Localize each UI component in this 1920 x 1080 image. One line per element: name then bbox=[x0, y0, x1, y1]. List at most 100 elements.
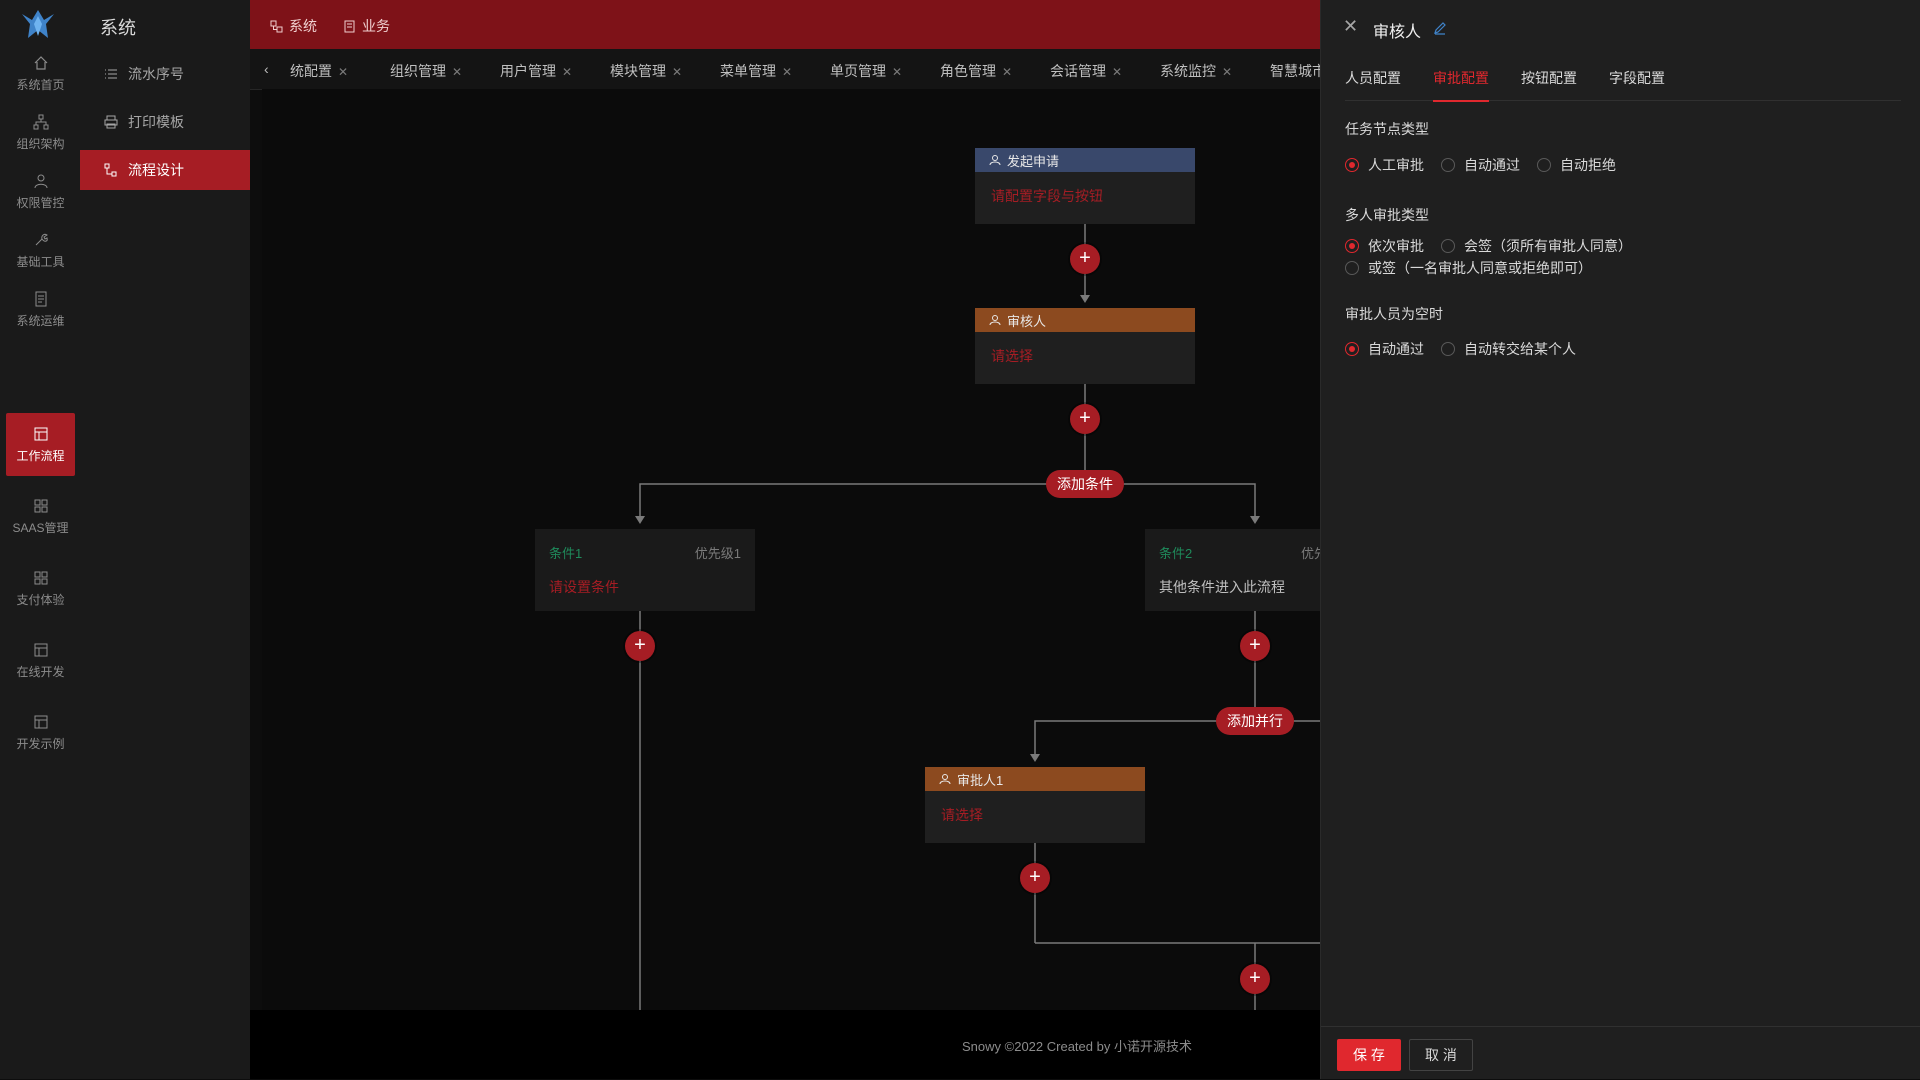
add-condition-button[interactable]: 添加条件 bbox=[1046, 470, 1124, 498]
user-icon bbox=[939, 774, 951, 785]
condition-title: 条件2 bbox=[1159, 546, 1193, 561]
close-icon[interactable]: ✕ bbox=[1112, 65, 1122, 79]
icon-rail: 系统首页 组织架构 权限管控 基础工具 系统运维 工作流程 SAAS管理 支付体… bbox=[0, 0, 80, 1079]
add-node-button[interactable]: + bbox=[1070, 404, 1100, 434]
close-icon[interactable]: ✕ bbox=[562, 65, 572, 79]
rail-item-workflow[interactable]: 工作流程 bbox=[6, 413, 75, 476]
rail-item-label: 开发示例 bbox=[16, 737, 65, 751]
rail-item-label: SAAS管理 bbox=[12, 521, 69, 535]
layout-icon bbox=[34, 715, 47, 729]
top-nav-business[interactable]: 业务 bbox=[343, 16, 390, 36]
user-icon bbox=[989, 155, 1001, 166]
condition-node-1[interactable]: 条件1 优先级1 请设置条件 bbox=[535, 529, 755, 611]
rail-item-home[interactable]: 系统首页 bbox=[6, 43, 75, 105]
rail-item-label: 系统首页 bbox=[16, 78, 65, 92]
top-nav-label: 系统 bbox=[289, 18, 317, 34]
approver-node[interactable]: 审核人 请选择 bbox=[975, 308, 1195, 384]
tab-sessions[interactable]: 会话管理 ✕ bbox=[1050, 61, 1122, 81]
tab-org[interactable]: 组织管理 ✕ bbox=[390, 61, 462, 81]
rail-item-examples[interactable]: 开发示例 bbox=[6, 702, 75, 764]
condition-title: 条件1 bbox=[549, 546, 583, 561]
radio-sequential[interactable]: 依次审批 bbox=[1345, 236, 1424, 256]
add-node-button[interactable]: + bbox=[1240, 964, 1270, 994]
snowy-logo-icon bbox=[22, 10, 54, 38]
chevron-left-icon[interactable]: ‹ bbox=[264, 61, 269, 77]
radio-manual-approval[interactable]: 人工审批 bbox=[1345, 155, 1424, 175]
close-icon[interactable]: ✕ bbox=[1222, 65, 1232, 79]
tab-smart-city[interactable]: 智慧城市 bbox=[1270, 61, 1320, 81]
copyright-text: Snowy ©2022 Created by 小诺开源技术 bbox=[962, 1039, 1192, 1054]
flow-icon bbox=[104, 163, 117, 177]
tab-monitor[interactable]: 系统监控 ✕ bbox=[1160, 61, 1232, 81]
submenu-item-flow-design[interactable]: 流程设计 bbox=[80, 150, 250, 190]
close-icon[interactable]: ✕ bbox=[1002, 65, 1012, 79]
condition-body: 请设置条件 bbox=[549, 579, 619, 595]
tab-pages[interactable]: 单页管理 ✕ bbox=[830, 61, 902, 81]
cancel-button[interactable]: 取 消 bbox=[1409, 1039, 1473, 1071]
drawer-footer: 保 存 取 消 bbox=[1321, 1026, 1920, 1080]
rail-item-label: 工作流程 bbox=[16, 448, 65, 463]
tab-system-config[interactable]: 统配置 ✕ bbox=[290, 61, 348, 81]
tab-field-config[interactable]: 字段配置 bbox=[1609, 68, 1665, 100]
tab-roles[interactable]: 角色管理 ✕ bbox=[940, 61, 1012, 81]
document-icon bbox=[344, 20, 355, 32]
edit-icon[interactable] bbox=[1433, 21, 1447, 35]
rail-item-tools[interactable]: 基础工具 bbox=[6, 220, 75, 282]
node-body: 请配置字段与按钮 bbox=[991, 188, 1103, 204]
start-node[interactable]: 发起申请 请配置字段与按钮 bbox=[975, 148, 1195, 224]
approver1-node[interactable]: 审批人1 请选择 bbox=[925, 767, 1145, 843]
rail-item-online-dev[interactable]: 在线开发 bbox=[6, 630, 75, 692]
add-node-button[interactable]: + bbox=[625, 631, 655, 661]
close-icon[interactable]: ✕ bbox=[1343, 16, 1358, 37]
top-header: 系统 业务 bbox=[250, 0, 1320, 49]
tab-approval-config[interactable]: 审批配置 bbox=[1433, 68, 1489, 102]
rail-item-permission[interactable]: 权限管控 bbox=[6, 161, 75, 223]
close-icon[interactable]: ✕ bbox=[672, 65, 682, 79]
node-config-drawer: ✕ 审核人 人员配置 审批配置 按钮配置 字段配置 任务节点类型 人工审批 自动… bbox=[1320, 0, 1920, 1079]
add-node-button[interactable]: + bbox=[1070, 244, 1100, 274]
rail-item-payment[interactable]: 支付体验 bbox=[6, 558, 75, 620]
tab-button-config[interactable]: 按钮配置 bbox=[1521, 68, 1577, 100]
add-parallel-button[interactable]: 添加并行 bbox=[1216, 707, 1294, 735]
radio-dot bbox=[1441, 239, 1455, 253]
add-node-button[interactable]: + bbox=[1240, 631, 1270, 661]
rail-item-label: 组织架构 bbox=[16, 137, 65, 151]
submenu-item-print[interactable]: 打印模板 bbox=[80, 102, 250, 142]
close-icon[interactable]: ✕ bbox=[782, 65, 792, 79]
add-node-button[interactable]: + bbox=[1020, 863, 1050, 893]
layout-icon bbox=[34, 427, 47, 440]
close-icon[interactable]: ✕ bbox=[892, 65, 902, 79]
user-icon bbox=[989, 315, 1001, 326]
approver-node-header: 审核人 bbox=[975, 308, 1195, 332]
submenu-item-serial[interactable]: 流水序号 bbox=[80, 54, 250, 94]
rail-item-ops[interactable]: 系统运维 bbox=[6, 279, 75, 341]
node-body: 请选择 bbox=[991, 348, 1033, 364]
rail-item-saas[interactable]: SAAS管理 bbox=[6, 486, 75, 548]
close-icon[interactable]: ✕ bbox=[338, 65, 348, 79]
radio-dot bbox=[1441, 342, 1455, 356]
top-nav-system[interactable]: 系统 bbox=[270, 16, 317, 36]
rail-item-org[interactable]: 组织架构 bbox=[6, 102, 75, 164]
task-type-label: 任务节点类型 bbox=[1345, 121, 1429, 137]
radio-empty-auto-pass[interactable]: 自动通过 bbox=[1345, 339, 1424, 359]
sub-menu: 系统 流水序号 打印模板 流程设计 bbox=[80, 0, 250, 1079]
radio-dot bbox=[1345, 158, 1359, 172]
radio-auto-pass[interactable]: 自动通过 bbox=[1441, 155, 1520, 175]
tab-menus[interactable]: 菜单管理 ✕ bbox=[720, 61, 792, 81]
page-footer: Snowy ©2022 Created by 小诺开源技术 bbox=[250, 1010, 1320, 1079]
tab-personnel-config[interactable]: 人员配置 bbox=[1345, 68, 1401, 100]
user-icon bbox=[34, 174, 47, 189]
tab-modules[interactable]: 模块管理 ✕ bbox=[610, 61, 682, 81]
cluster-icon bbox=[270, 20, 283, 32]
condition-node-2[interactable]: 条件2 优先 其他条件进入此流程 bbox=[1145, 529, 1320, 611]
tab-users[interactable]: 用户管理 ✕ bbox=[500, 61, 572, 81]
radio-transfer-person[interactable]: 自动转交给某个人 bbox=[1441, 339, 1576, 359]
radio-auto-reject[interactable]: 自动拒绝 bbox=[1537, 155, 1616, 175]
close-icon[interactable]: ✕ bbox=[452, 65, 462, 79]
list-icon bbox=[105, 69, 117, 79]
radio-or-sign[interactable]: 或签（一名审批人同意或拒绝即可） bbox=[1345, 258, 1592, 278]
save-button[interactable]: 保 存 bbox=[1337, 1039, 1401, 1071]
grid-icon bbox=[34, 499, 47, 513]
rail-item-label: 在线开发 bbox=[16, 665, 65, 679]
radio-countersign[interactable]: 会签（须所有审批人同意） bbox=[1441, 236, 1632, 256]
